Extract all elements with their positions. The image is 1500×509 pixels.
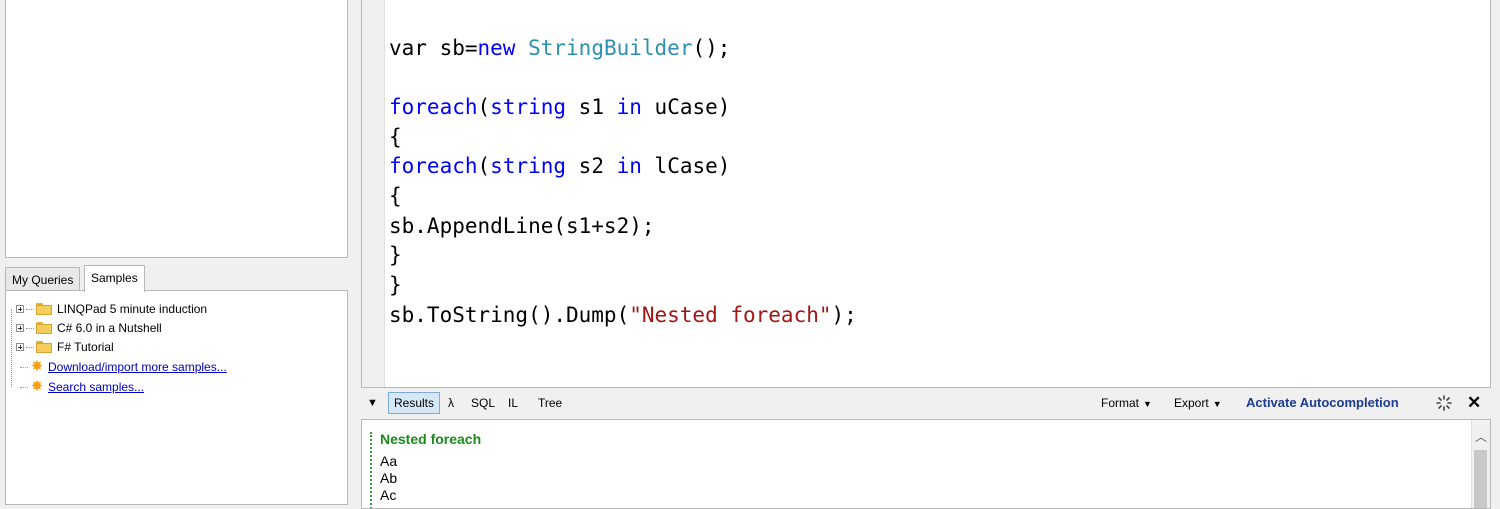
folder-icon <box>36 341 52 353</box>
code-keyword: in <box>616 154 642 178</box>
format-label: Format <box>1101 396 1140 410</box>
code-token: sb.ToString().Dump( <box>389 303 630 327</box>
scroll-up-icon[interactable]: ︿ <box>1472 428 1490 445</box>
tree-item-fsharp-tutorial[interactable]: F# Tutorial <box>16 338 114 356</box>
code-token: var sb= <box>389 36 478 60</box>
code-keyword: foreach <box>389 154 478 178</box>
code-editor[interactable]: var sb=new StringBuilder(); foreach(stri… <box>361 0 1491 388</box>
tab-my-queries[interactable]: My Queries <box>5 267 81 291</box>
code-line-9: sb.ToString().Dump("Nested foreach"); <box>389 301 857 329</box>
result-group-rule <box>370 432 372 508</box>
left-tab-strip: My Queries Samples <box>5 265 350 292</box>
code-token: (); <box>692 36 731 60</box>
results-toolbar: ▼ Results λ SQL IL Tree Format ▼ Export ▼ … <box>361 390 1491 416</box>
expand-icon[interactable] <box>16 305 24 313</box>
code-token: ( <box>477 95 491 119</box>
tab-il[interactable]: IL <box>508 390 518 416</box>
download-samples-link[interactable]: Download/import more samples... <box>48 360 227 374</box>
tree-item-label: LINQPad 5 minute induction <box>57 302 208 316</box>
editor-gutter <box>362 0 385 387</box>
code-line-2: foreach(string s1 in uCase) <box>389 93 730 121</box>
tree-connector <box>26 308 34 310</box>
results-scrollbar[interactable]: ︿ <box>1471 420 1490 508</box>
chevron-down-icon: ▼ <box>1212 399 1222 409</box>
code-line-8: } <box>389 273 402 297</box>
tab-tree[interactable]: Tree <box>538 390 562 416</box>
star-icon: ✸ <box>30 358 44 375</box>
code-line-4: foreach(string s2 in lCase) <box>389 152 730 180</box>
result-line: Ac <box>380 487 397 503</box>
expand-icon[interactable] <box>16 343 24 351</box>
query-explorer-panel <box>5 0 348 258</box>
code-type: StringBuilder <box>528 36 693 60</box>
code-token: s2 <box>566 154 617 178</box>
format-menu[interactable]: Format ▼ <box>1101 390 1152 416</box>
search-samples-link[interactable]: Search samples... <box>48 380 144 394</box>
chevron-down-icon: ▼ <box>1143 399 1152 409</box>
tab-results[interactable]: Results <box>388 392 441 414</box>
tab-lambda[interactable]: λ <box>448 390 454 416</box>
export-label: Export <box>1174 396 1209 410</box>
code-keyword: string <box>490 95 567 119</box>
tab-sql[interactable]: SQL <box>471 390 495 416</box>
scroll-thumb[interactable] <box>1474 450 1487 508</box>
code-token: ); <box>831 303 857 327</box>
tree-connector <box>20 366 28 368</box>
code-keyword: in <box>616 95 642 119</box>
result-line: Aa <box>380 453 398 469</box>
star-icon: ✸ <box>30 378 44 395</box>
code-token: lCase) <box>641 154 731 178</box>
expand-icon[interactable] <box>16 324 24 332</box>
tree-connector <box>11 309 12 387</box>
tree-item-label: C# 6.0 in a Nutshell <box>57 321 162 335</box>
results-panel: Nested foreach Aa Ab Ac ︿ <box>361 419 1491 509</box>
tree-item-linqpad-induction[interactable]: LINQPad 5 minute induction <box>16 300 207 318</box>
code-token: uCase) <box>641 95 731 119</box>
tree-connector <box>26 327 34 329</box>
result-line: Ab <box>380 470 398 486</box>
export-menu[interactable]: Export ▼ <box>1174 390 1222 416</box>
tree-connector <box>20 386 28 388</box>
tree-item-search-samples[interactable]: ✸ Search samples... <box>20 378 144 396</box>
tab-samples[interactable]: Samples <box>84 265 145 292</box>
folder-icon <box>36 322 52 334</box>
code-line-7: } <box>389 243 402 267</box>
busy-spinner-icon <box>1435 394 1453 412</box>
code-line-3: { <box>389 125 402 149</box>
close-icon[interactable]: ✕ <box>1467 390 1481 416</box>
code-keyword: string <box>490 154 567 178</box>
collapse-results-icon[interactable]: ▼ <box>367 390 378 416</box>
code-line-1: var sb=new StringBuilder(); <box>389 34 730 62</box>
code-keyword: new <box>477 36 516 60</box>
tree-item-download-samples[interactable]: ✸ Download/import more samples... <box>20 358 227 376</box>
code-keyword: foreach <box>389 95 478 119</box>
code-line-6: sb.AppendLine(s1+s2); <box>389 214 655 238</box>
code-string: "Nested foreach" <box>629 303 832 327</box>
activate-autocompletion-link[interactable]: Activate Autocompletion <box>1246 390 1399 416</box>
tree-connector <box>26 346 34 348</box>
result-heading: Nested foreach <box>380 431 482 447</box>
code-line-5: { <box>389 184 402 208</box>
tree-item-csharp-nutshell[interactable]: C# 6.0 in a Nutshell <box>16 319 162 337</box>
folder-icon <box>36 303 52 315</box>
tree-item-label: F# Tutorial <box>57 340 114 354</box>
code-token: s1 <box>566 95 617 119</box>
code-token: ( <box>477 154 491 178</box>
